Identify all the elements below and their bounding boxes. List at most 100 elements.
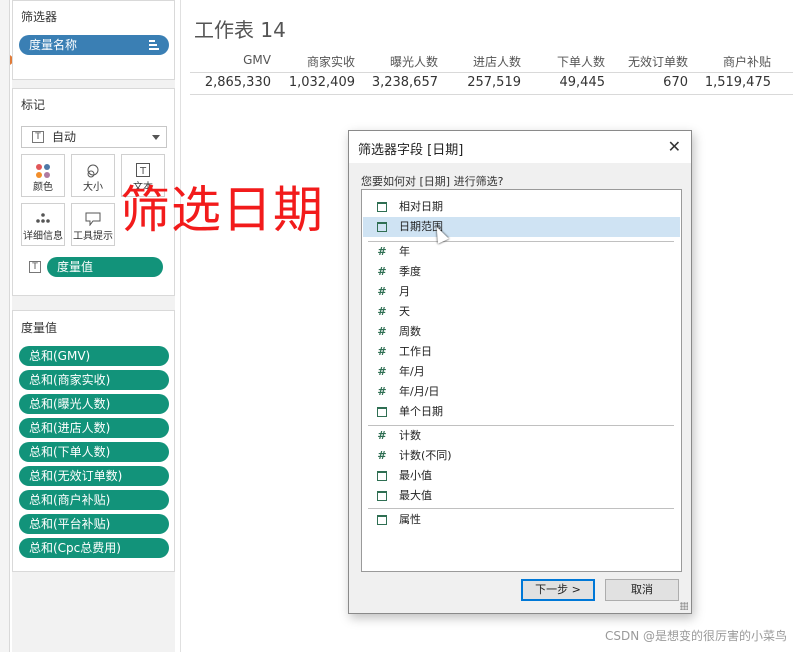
hash-icon: # [377, 265, 387, 278]
list-item-individual-dates[interactable]: 单个日期 [363, 402, 680, 422]
list-item-label: 最大值 [399, 489, 432, 502]
color-button-label: 颜色 [33, 182, 53, 193]
text-pill-label: 度量值 [57, 260, 94, 274]
list-item-relative-date[interactable]: 相对日期 [363, 197, 680, 217]
column-header[interactable]: 无效订单数 [628, 53, 688, 70]
cancel-button[interactable]: 取消 [605, 579, 679, 601]
list-item-label: 周数 [399, 325, 421, 338]
measure-pill[interactable]: 总和(进店人数) [19, 418, 169, 438]
measure-pill[interactable]: 总和(商户补贴) [19, 490, 169, 510]
dialog-title: 筛选器字段 [日期] [358, 143, 464, 158]
list-item-label: 单个日期 [399, 405, 443, 418]
list-item-week-number[interactable]: # 周数 [363, 322, 680, 342]
hash-icon: # [377, 365, 387, 378]
table-cell[interactable]: 49,445 [560, 75, 606, 90]
list-item-count[interactable]: # 计数 [363, 426, 680, 446]
next-button[interactable]: 下一步 > [521, 579, 595, 601]
list-item-label: 工作日 [399, 345, 432, 358]
column-header[interactable]: 下单人数 [557, 53, 605, 70]
measure-pill[interactable]: 总和(GMV) [19, 346, 169, 366]
dialog-question: 您要如何对 [日期] 进行筛选? [361, 175, 504, 188]
list-item-label: 月 [399, 285, 410, 298]
table-cell[interactable]: 1,519,475 [705, 75, 771, 90]
text-pill-measure-values[interactable]: 度量值 [47, 257, 163, 277]
close-icon[interactable]: ✕ [668, 137, 681, 156]
hash-icon: # [377, 325, 387, 338]
table-row: 2,865,330 1,032,409 3,238,657 257,519 49… [190, 75, 793, 95]
marks-title: 标记 [21, 98, 46, 112]
dialog-titlebar[interactable]: 筛选器字段 [日期] ✕ [349, 131, 691, 163]
table-cell[interactable]: 2,865,330 [205, 75, 271, 90]
size-button[interactable]: 大小 [71, 154, 115, 197]
calendar-icon [377, 202, 387, 212]
text-encoding-icon: T [29, 261, 41, 273]
calendar-icon [377, 491, 387, 501]
list-item-label: 年/月/日 [399, 385, 440, 398]
measure-pill[interactable]: 总和(曝光人数) [19, 394, 169, 414]
list-item-minimum[interactable]: 最小值 [363, 466, 680, 486]
hash-icon: # [377, 245, 387, 258]
list-item-label: 相对日期 [399, 200, 443, 213]
calendar-icon [377, 222, 387, 232]
text-mark-icon: T [32, 131, 44, 143]
list-item-count-distinct[interactable]: # 计数(不同) [363, 446, 680, 466]
list-item-month[interactable]: # 月 [363, 282, 680, 302]
sort-icon [149, 40, 159, 50]
panel-divider [180, 0, 181, 652]
measure-pill[interactable]: 总和(商家实收) [19, 370, 169, 390]
list-item-day[interactable]: # 天 [363, 302, 680, 322]
column-header[interactable]: GMV [243, 53, 271, 67]
measure-pill[interactable]: 总和(平台补贴) [19, 514, 169, 534]
list-item-maximum[interactable]: 最大值 [363, 486, 680, 506]
hash-icon: # [377, 449, 387, 462]
measure-pill[interactable]: 总和(下单人数) [19, 442, 169, 462]
measure-pill[interactable]: 总和(Cpc总费用) [19, 538, 169, 558]
list-item-attribute[interactable]: 属性 [363, 510, 680, 530]
list-item-year[interactable]: # 年 [363, 242, 680, 262]
calendar-icon [377, 407, 387, 417]
column-header[interactable]: 商家实收 [307, 53, 355, 70]
list-item-label: 年 [399, 245, 410, 258]
list-item-label: 年/月 [399, 365, 425, 378]
measure-values-card: 度量值 总和(GMV) 总和(商家实收) 总和(曝光人数) 总和(进店人数) 总… [12, 310, 175, 572]
detail-icon [35, 212, 51, 227]
data-pane-collapsed-strip[interactable] [0, 0, 10, 652]
filters-card: 筛选器 度量名称 [12, 0, 175, 80]
list-item-weekday[interactable]: # 工作日 [363, 342, 680, 362]
list-item-label: 季度 [399, 265, 421, 278]
resize-grip-icon[interactable] [680, 602, 688, 610]
filter-type-list: 相对日期 日期范围 # 年 # 季度 # 月 # 天 # 周数 # 工作日 # … [361, 189, 682, 572]
app-window: 筛选器 度量名称 标记 T 自动 颜色 大小 T 文本 详细信息 工具提示 T … [0, 0, 793, 652]
list-item-year-month[interactable]: # 年/月 [363, 362, 680, 382]
size-button-label: 大小 [83, 182, 103, 193]
table-cell[interactable]: 670 [663, 75, 688, 90]
column-header[interactable]: 曝光人数 [390, 53, 438, 70]
mark-type-dropdown[interactable]: T 自动 [21, 126, 167, 148]
detail-button[interactable]: 详细信息 [21, 203, 65, 246]
filter-field-dialog: 筛选器字段 [日期] ✕ 您要如何对 [日期] 进行筛选? 相对日期 日期范围 … [348, 130, 692, 614]
list-item-label: 最小值 [399, 469, 432, 482]
table-header-row: GMV 商家实收 曝光人数 进店人数 下单人数 无效订单数 商户补贴 [190, 53, 793, 73]
hash-icon: # [377, 345, 387, 358]
list-item-label: 天 [399, 305, 410, 318]
list-item-date-range[interactable]: 日期范围 [363, 217, 680, 237]
filter-pill-label: 度量名称 [29, 38, 78, 52]
filters-title: 筛选器 [21, 10, 58, 24]
sheet-title: 工作表 14 [194, 18, 286, 42]
color-button[interactable]: 颜色 [21, 154, 65, 197]
column-header[interactable]: 进店人数 [473, 53, 521, 70]
list-item-quarter[interactable]: # 季度 [363, 262, 680, 282]
tooltip-button[interactable]: 工具提示 [71, 203, 115, 246]
list-item-year-month-day[interactable]: # 年/月/日 [363, 382, 680, 402]
measure-values-title: 度量值 [21, 321, 58, 335]
calendar-icon [377, 515, 387, 525]
filter-pill-measure-names[interactable]: 度量名称 [19, 35, 169, 55]
table-cell[interactable]: 257,519 [467, 75, 521, 90]
hash-icon: # [377, 429, 387, 442]
table-cell[interactable]: 1,032,409 [289, 75, 355, 90]
measure-pill[interactable]: 总和(无效订单数) [19, 466, 169, 486]
table-cell[interactable]: 3,238,657 [372, 75, 438, 90]
shelves-panel: 筛选器 度量名称 标记 T 自动 颜色 大小 T 文本 详细信息 工具提示 T … [12, 0, 175, 652]
annotation-overlay: 筛选日期 [120, 181, 324, 239]
column-header[interactable]: 商户补贴 [723, 53, 771, 70]
